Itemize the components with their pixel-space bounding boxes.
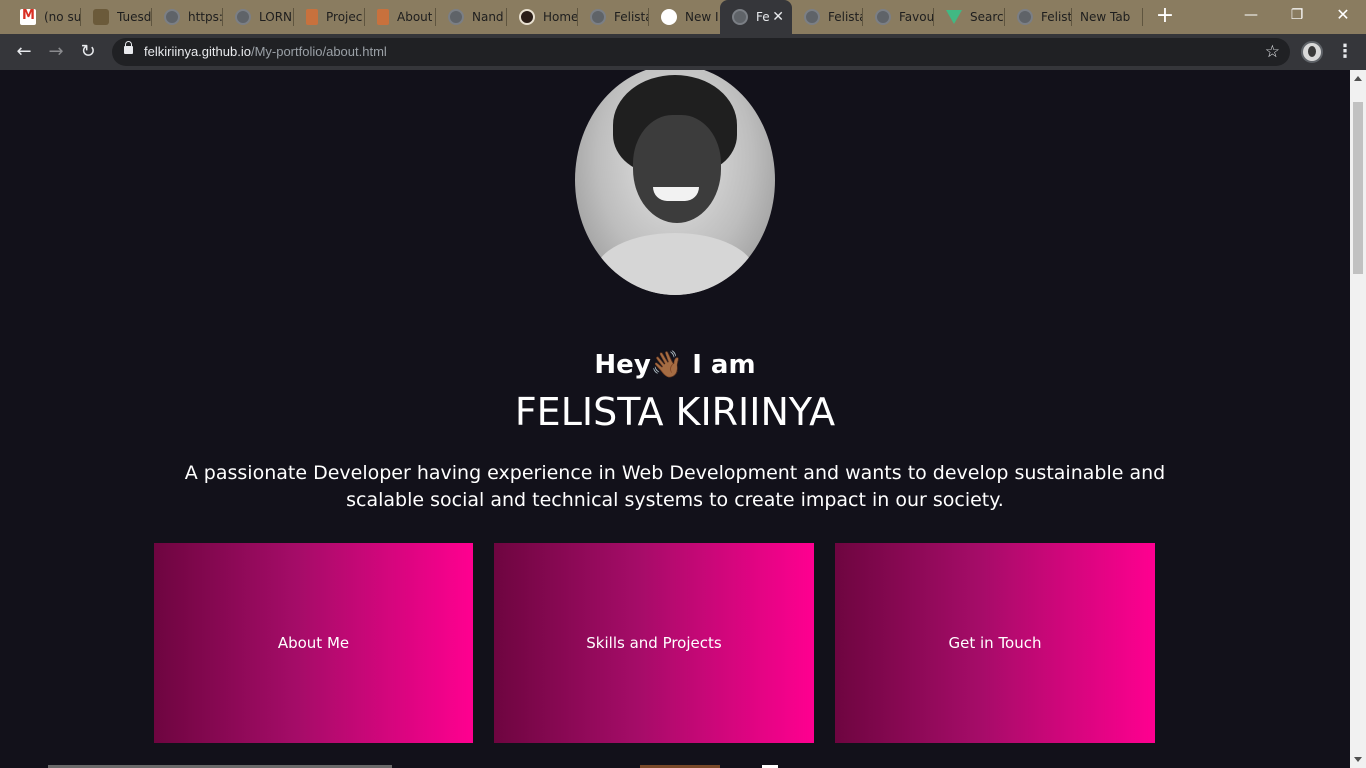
url-host: felkiriinya.github.io <box>144 44 251 59</box>
browser-toolbar: ← → ↻ felkiriinya.github.io/My-portfolio… <box>0 34 1366 70</box>
address-bar[interactable]: felkiriinya.github.io/My-portfolio/about… <box>112 38 1290 66</box>
tab-title: Fe <box>756 10 770 24</box>
tab-tuesday[interactable]: Tuesd <box>81 0 151 34</box>
card-label: Get in Touch <box>948 634 1042 652</box>
tab-title: New Tab <box>1080 10 1131 24</box>
tab-search[interactable]: Searc <box>934 0 1004 34</box>
skills-projects-card[interactable]: Skills and Projects <box>494 543 814 743</box>
forward-button[interactable]: → <box>44 40 68 64</box>
get-in-touch-card[interactable]: Get in Touch <box>835 543 1155 743</box>
browser-menu-button[interactable]: ⋮ <box>1336 40 1354 64</box>
globe-icon <box>448 9 464 25</box>
tab-felista-3[interactable]: Felista <box>1005 0 1071 34</box>
back-button[interactable]: ← <box>12 40 36 64</box>
globe-icon <box>804 9 820 25</box>
tab-title: (no su <box>44 10 80 24</box>
tab-nand[interactable]: Nand <box>436 0 506 34</box>
globe-icon <box>732 9 748 25</box>
tab-title: Projec <box>326 10 363 24</box>
photo-smile <box>653 187 699 201</box>
scrollbar-thumb[interactable] <box>1353 102 1363 274</box>
scroll-down-arrow-icon[interactable] <box>1354 757 1362 762</box>
profile-photo <box>575 70 775 295</box>
tab-felista[interactable]: Felista <box>578 0 648 34</box>
vertical-scrollbar[interactable] <box>1350 70 1366 768</box>
tab-title: Felista <box>1041 10 1071 24</box>
photo-face <box>633 115 721 223</box>
profile-photo-icon <box>519 9 535 25</box>
tab-projects[interactable]: Projec <box>294 0 364 34</box>
globe-icon <box>875 9 891 25</box>
url-text[interactable]: felkiriinya.github.io/My-portfolio/about… <box>144 44 387 59</box>
tab-title: New I <box>685 10 719 24</box>
tab-github-new[interactable]: New I <box>649 0 719 34</box>
tab-title: Felista <box>614 10 648 24</box>
tab-title: Home <box>543 10 577 24</box>
restore-button[interactable]: ❐ <box>1274 0 1320 30</box>
tab-felista-2[interactable]: Felista <box>792 0 862 34</box>
globe-icon <box>235 9 251 25</box>
url-path: /My-portfolio/about.html <box>250 44 387 59</box>
tab-title: LORN <box>259 10 293 24</box>
github-icon <box>661 9 677 25</box>
gmail-icon <box>20 8 36 25</box>
tab-separator <box>1142 8 1143 26</box>
tab-strip: (no su Tuesd https: LORN Projec About Na… <box>0 0 1366 34</box>
page-title: FELISTA KIRIINYA <box>514 390 836 434</box>
tab-title: Felista <box>828 10 862 24</box>
tab-title: Searc <box>970 10 1004 24</box>
lock-icon[interactable] <box>124 41 133 54</box>
tab-title: About <box>397 10 433 24</box>
page-viewport: Hey👋🏾 I am FELISTA KIRIINYA A passionate… <box>0 70 1350 768</box>
tree-icon <box>93 9 109 25</box>
tab-lorn[interactable]: LORN <box>223 0 293 34</box>
tab-title: https: <box>188 10 222 24</box>
vue-icon <box>946 10 962 24</box>
bookmark-star-icon[interactable]: ☆ <box>1265 42 1280 62</box>
globe-icon <box>164 9 180 25</box>
card-label: Skills and Projects <box>586 634 722 652</box>
tab-https[interactable]: https: <box>152 0 222 34</box>
card-label: About Me <box>277 634 350 652</box>
greeting-text: Hey <box>594 350 651 380</box>
greeting-heading: Hey👋🏾 I am <box>0 350 1350 380</box>
tab-gmail[interactable]: (no su <box>8 0 80 34</box>
document-icon <box>377 9 389 25</box>
tagline: A passionate Developer having experience… <box>184 462 1166 511</box>
greeting-suffix: I am <box>683 350 756 380</box>
tab-new-tab[interactable]: New Tab <box>1072 0 1142 34</box>
new-tab-button[interactable]: + <box>1155 5 1175 27</box>
close-tab-icon[interactable]: ✕ <box>772 9 784 25</box>
tab-title: Favou <box>899 10 933 24</box>
globe-icon <box>590 9 606 25</box>
scroll-up-arrow-icon[interactable] <box>1354 76 1362 81</box>
tab-about[interactable]: About <box>365 0 435 34</box>
tab-active[interactable]: Fe ✕ <box>720 0 792 34</box>
document-icon <box>306 9 318 25</box>
profile-avatar-button[interactable] <box>1301 41 1323 63</box>
tab-favourites[interactable]: Favou <box>863 0 933 34</box>
tab-title: Nand <box>472 10 504 24</box>
tab-home[interactable]: Home <box>507 0 577 34</box>
tab-title: Tuesd <box>117 10 151 24</box>
reload-button[interactable]: ↻ <box>76 40 100 64</box>
minimize-button[interactable]: — <box>1228 0 1274 30</box>
waving-hand-icon: 👋🏾 <box>650 350 684 380</box>
close-window-button[interactable]: ✕ <box>1320 0 1366 30</box>
about-me-card[interactable]: About Me <box>154 543 473 743</box>
photo-shoulders <box>595 233 755 295</box>
globe-icon <box>1017 9 1033 25</box>
